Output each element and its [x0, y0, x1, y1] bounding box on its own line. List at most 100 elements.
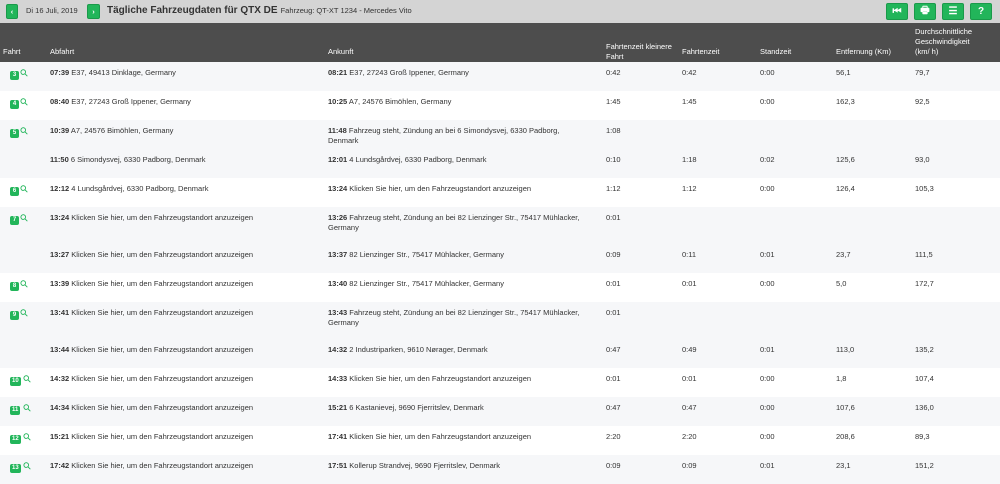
departure-cell[interactable]: 13:39 Klicken Sie hier, um den Fahrzeugs…	[50, 279, 320, 289]
avg-speed: 135,2	[915, 345, 934, 354]
arrival-cell[interactable]: 14:33 Klicken Sie hier, um den Fahrzeugs…	[328, 374, 583, 384]
drive-time: 0:47	[682, 403, 697, 412]
stop-time: 0:00	[760, 97, 775, 106]
table-row: 6 ⚲ 12:12 4 Lundsgårdvej, 6330 Padborg, De…	[0, 178, 1000, 207]
departure-location[interactable]: Klicken Sie hier, um den Fahrzeugstandor…	[71, 345, 253, 354]
departure-time: 17:42	[50, 461, 70, 470]
avg-speed: 93,0	[915, 155, 930, 164]
departure-cell[interactable]: 14:32 Klicken Sie hier, um den Fahrzeugs…	[50, 374, 320, 384]
departure-location[interactable]: Klicken Sie hier, um den Fahrzeugstandor…	[71, 461, 253, 470]
magnifier-icon[interactable]: ⚲	[21, 402, 34, 415]
departure-cell[interactable]: 13:44 Klicken Sie hier, um den Fahrzeugs…	[50, 345, 320, 355]
departure-location[interactable]: 4 Lundsgårdvej, 6330 Padborg, Denmark	[71, 184, 208, 193]
trip-number-badge: 13	[10, 464, 21, 473]
table-row: 4 ⚲ 08:40 E37, 27243 Groß Ippener, Germany…	[0, 91, 1000, 120]
arrival-location[interactable]: 6 Kastanievej, 9690 Fjerritslev, Denmark	[349, 403, 484, 412]
departure-location[interactable]: Klicken Sie hier, um den Fahrzeugstandor…	[71, 250, 253, 259]
trip-group: 9 ⚲ 13:41 Klicken Sie hier, um den Fahrzeu…	[0, 302, 1000, 368]
magnifier-icon[interactable]: ⚲	[18, 125, 31, 138]
arrival-time: 12:01	[328, 155, 348, 164]
arrival-location[interactable]: 4 Lundsgårdvej, 6330 Padborg, Denmark	[349, 155, 486, 164]
arrival-location[interactable]: A7, 24576 Bimöhlen, Germany	[349, 97, 452, 106]
magnifier-icon[interactable]: ⚲	[18, 67, 31, 80]
departure-cell[interactable]: 10:39 A7, 24576 Bimöhlen, Germany	[50, 126, 320, 136]
departure-location[interactable]: Klicken Sie hier, um den Fahrzeugstandor…	[71, 374, 253, 383]
arrival-location[interactable]: 82 Lienzinger Str., 75417 Mühlacker, Ger…	[349, 250, 504, 259]
magnifier-icon[interactable]: ⚲	[18, 307, 31, 320]
arrival-time: 13:24	[328, 184, 348, 193]
arrival-cell[interactable]: 11:48 Fahrzeug steht, Zündung an bei 6 S…	[328, 126, 583, 146]
departure-cell[interactable]: 13:24 Klicken Sie hier, um den Fahrzeugs…	[50, 213, 320, 223]
departure-location[interactable]: 6 Simondysvej, 6330 Padborg, Denmark	[71, 155, 206, 164]
trip-number-badge: 11	[10, 406, 21, 415]
next-day-button[interactable]: ›	[87, 4, 100, 19]
magnifier-icon[interactable]: ⚲	[18, 278, 31, 291]
departure-time: 12:12	[50, 184, 70, 193]
arrival-cell[interactable]: 08:21 E37, 27243 Groß Ippener, Germany	[328, 68, 583, 78]
skip-back-button[interactable]: ⏮	[886, 3, 908, 20]
arrival-location[interactable]: Kollerup Strandvej, 9690 Fjerritslev, De…	[349, 461, 500, 470]
arrival-cell[interactable]: 13:24 Klicken Sie hier, um den Fahrzeugs…	[328, 184, 583, 194]
arrival-location[interactable]: Klicken Sie hier, um den Fahrzeugstandor…	[349, 374, 531, 383]
departure-location[interactable]: A7, 24576 Bimöhlen, Germany	[71, 126, 174, 135]
arrival-cell[interactable]: 17:51 Kollerup Strandvej, 9690 Fjerritsl…	[328, 461, 583, 471]
departure-location[interactable]: Klicken Sie hier, um den Fahrzeugstandor…	[71, 403, 253, 412]
departure-cell[interactable]: 11:50 6 Simondysvej, 6330 Padborg, Denma…	[50, 155, 320, 165]
departure-cell[interactable]: 12:12 4 Lundsgårdvej, 6330 Padborg, Denm…	[50, 184, 320, 194]
departure-cell[interactable]: 08:40 E37, 27243 Groß Ippener, Germany	[50, 97, 320, 107]
arrival-cell[interactable]: 17:41 Klicken Sie hier, um den Fahrzeugs…	[328, 432, 583, 442]
table-row: 10 ⚲ 14:32 Klicken Sie hier, um den Fahrze…	[0, 368, 1000, 397]
trip-group: 8 ⚲ 13:39 Klicken Sie hier, um den Fahrzeu…	[0, 273, 1000, 302]
menu-button[interactable]: ☰	[942, 3, 964, 20]
departure-location[interactable]: Klicken Sie hier, um den Fahrzeugstandor…	[71, 213, 253, 222]
arrival-location[interactable]: Klicken Sie hier, um den Fahrzeugstandor…	[349, 184, 531, 193]
magnifier-icon[interactable]: ⚲	[21, 460, 34, 473]
departure-location[interactable]: Klicken Sie hier, um den Fahrzeugstandor…	[71, 308, 253, 317]
departure-cell[interactable]: 13:27 Klicken Sie hier, um den Fahrzeugs…	[50, 250, 320, 260]
prev-day-button[interactable]: ‹	[6, 4, 18, 19]
help-button[interactable]: ?	[970, 3, 992, 20]
arrival-cell[interactable]: 10:25 A7, 24576 Bimöhlen, Germany	[328, 97, 583, 107]
departure-time: 15:21	[50, 432, 70, 441]
departure-cell[interactable]: 15:21 Klicken Sie hier, um den Fahrzeugs…	[50, 432, 320, 442]
arrival-cell[interactable]: 13:40 82 Lienzinger Str., 75417 Mühlacke…	[328, 279, 583, 289]
departure-location[interactable]: E37, 49413 Dinklage, Germany	[71, 68, 176, 77]
arrival-time: 13:37	[328, 250, 348, 259]
arrival-time: 11:48	[328, 126, 347, 135]
trip-group: 7 ⚲ 13:24 Klicken Sie hier, um den Fahrzeu…	[0, 207, 1000, 273]
avg-speed: 92,5	[915, 97, 930, 106]
departure-location[interactable]: Klicken Sie hier, um den Fahrzeugstandor…	[71, 432, 253, 441]
arrival-cell[interactable]: 14:32 2 Industriparken, 9610 Nørager, De…	[328, 345, 583, 355]
departure-location[interactable]: Klicken Sie hier, um den Fahrzeugstandor…	[71, 279, 253, 288]
distance: 125,6	[836, 155, 855, 164]
departure-time: 07:39	[50, 68, 70, 77]
drive-time: 0:01	[682, 279, 697, 288]
departure-cell[interactable]: 14:34 Klicken Sie hier, um den Fahrzeugs…	[50, 403, 320, 413]
departure-cell[interactable]: 13:41 Klicken Sie hier, um den Fahrzeugs…	[50, 308, 320, 318]
arrival-location[interactable]: Fahrzeug steht, Zündung an bei 6 Simondy…	[328, 126, 559, 145]
arrival-cell[interactable]: 13:26 Fahrzeug steht, Zündung an bei 82 …	[328, 213, 583, 233]
departure-location[interactable]: E37, 27243 Groß Ippener, Germany	[71, 97, 191, 106]
arrival-location[interactable]: 2 Industriparken, 9610 Nørager, Denmark	[349, 345, 487, 354]
arrival-cell[interactable]: 13:37 82 Lienzinger Str., 75417 Mühlacke…	[328, 250, 583, 260]
col-ankunft: Ankunft	[328, 47, 354, 56]
trip-group: 11 ⚲ 14:34 Klicken Sie hier, um den Fahrze…	[0, 397, 1000, 426]
arrival-location[interactable]: Klicken Sie hier, um den Fahrzeugstandor…	[349, 432, 531, 441]
departure-cell[interactable]: 07:39 E37, 49413 Dinklage, Germany	[50, 68, 320, 78]
print-button[interactable]: 🖶	[914, 3, 936, 20]
arrival-cell[interactable]: 15:21 6 Kastanievej, 9690 Fjerritslev, D…	[328, 403, 583, 413]
magnifier-icon[interactable]: ⚲	[18, 212, 31, 225]
arrival-cell[interactable]: 13:43 Fahrzeug steht, Zündung an bei 82 …	[328, 308, 583, 328]
departure-cell[interactable]: 17:42 Klicken Sie hier, um den Fahrzeugs…	[50, 461, 320, 471]
magnifier-icon[interactable]: ⚲	[18, 96, 31, 109]
arrival-location[interactable]: E37, 27243 Groß Ippener, Germany	[349, 68, 469, 77]
arrival-location[interactable]: Fahrzeug steht, Zündung an bei 82 Lienzi…	[328, 213, 579, 232]
magnifier-icon[interactable]: ⚲	[21, 373, 34, 386]
arrival-cell[interactable]: 12:01 4 Lundsgårdvej, 6330 Padborg, Denm…	[328, 155, 583, 165]
magnifier-icon[interactable]: ⚲	[21, 431, 34, 444]
small-trip-time: 0:42	[606, 68, 621, 77]
arrival-location[interactable]: 82 Lienzinger Str., 75417 Mühlacker, Ger…	[349, 279, 504, 288]
arrival-time: 13:40	[328, 279, 348, 288]
magnifier-icon[interactable]: ⚲	[18, 183, 31, 196]
arrival-location[interactable]: Fahrzeug steht, Zündung an bei 82 Lienzi…	[328, 308, 579, 327]
